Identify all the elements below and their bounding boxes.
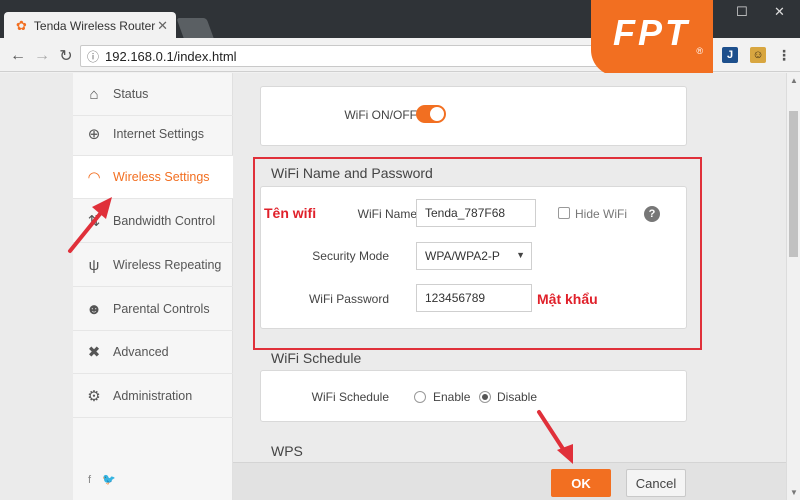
browser-tab[interactable]: ✿ Tenda Wireless Router ✕ [4,12,176,40]
info-icon[interactable]: ⓘ [87,48,99,65]
back-arrow-icon[interactable]: ← [6,47,30,65]
sidebar-item-label: Advanced [113,345,169,359]
reload-icon[interactable]: ↻ [54,46,78,66]
schedule-enable-label: Enable [433,390,471,404]
wifi-toggle-card: WiFi ON/OFF [260,86,687,146]
extension-face-icon[interactable]: ☺ [750,47,766,63]
sidebar-item-label: Administration [113,389,193,403]
sidebar-item-label: Parental Controls [113,302,210,316]
wifi-toggle-label: WiFi ON/OFF [344,108,417,122]
wifi-name-annotation: Tên wifi [264,205,317,221]
browser-window: ✿ Tenda Wireless Router ✕ ☐ ✕ ← → ↻ ⓘ 19… [0,0,800,500]
wifi-schedule-card: WiFi Schedule Enable Disable [260,370,687,422]
globe-icon: ⊕ [87,126,101,143]
scroll-down-icon[interactable]: ▼ [790,488,798,497]
sidebar: ⌂ Status ⊕ Internet Settings ◠ Wireless … [73,73,233,500]
sidebar-item-label: Wireless Settings [113,170,210,184]
tenda-favicon-icon: ✿ [16,18,27,33]
password-annotation: Mật khẩu [537,291,598,307]
sidebar-item-label: Internet Settings [113,127,205,141]
cancel-button[interactable]: Cancel [626,469,686,497]
scroll-up-icon[interactable]: ▲ [790,76,798,85]
wifi-toggle-switch[interactable] [416,105,446,123]
pointer-arrow-ok-icon [537,410,573,464]
wifi-schedule-label: WiFi Schedule [311,390,389,404]
page-scrollbar[interactable]: ▲ ▼ [786,73,800,500]
highlight-box [253,157,702,350]
wifi-schedule-title: WiFi Schedule [271,350,362,366]
sidebar-item-status[interactable]: ⌂ Status [73,73,233,116]
parental-icon: ☻ [86,300,102,318]
sidebar-item-parental-controls[interactable]: ☻ Parental Controls [73,288,233,331]
fpt-logo: FPT ® [591,0,713,76]
registered-mark-icon: ® [696,46,703,56]
action-bar: OK Cancel [233,462,786,500]
tab-title: Tenda Wireless Router [33,19,156,33]
sidebar-item-internet-settings[interactable]: ⊕ Internet Settings [73,113,233,156]
tools-icon: ✖ [87,344,101,361]
toggle-knob [430,107,444,121]
tab-close-icon[interactable]: ✕ [157,18,168,34]
wifi-icon: ◠ [87,169,101,186]
schedule-disable-label: Disable [497,390,538,404]
maximize-icon[interactable]: ☐ [736,4,748,20]
menu-icon[interactable]: ⋮ [776,47,792,63]
ok-button[interactable]: OK [551,469,611,497]
pointer-arrow-wireless-icon [68,197,112,253]
scroll-thumb[interactable] [789,111,798,257]
url-text: 192.168.0.1/index.html [105,48,237,64]
close-window-icon[interactable]: ✕ [774,4,785,20]
fpt-logo-text: FPT [613,12,690,53]
gear-icon: ⚙ [87,388,101,405]
sidebar-item-advanced[interactable]: ✖ Advanced [73,331,233,374]
schedule-disable-radio[interactable] [479,391,491,403]
sidebar-item-label: Status [113,87,149,101]
forward-arrow-icon[interactable]: → [30,47,54,65]
wps-title: WPS [271,443,303,459]
schedule-enable-radio[interactable] [414,391,426,403]
extension-j-icon[interactable]: J [722,47,738,63]
router-status-icon: ⌂ [89,85,99,103]
new-tab-button[interactable] [176,18,214,38]
sidebar-item-administration[interactable]: ⚙ Administration [73,375,233,418]
url-bar[interactable]: ⓘ 192.168.0.1/index.html [80,45,680,67]
social-links[interactable]: f 🐦 [88,473,120,486]
